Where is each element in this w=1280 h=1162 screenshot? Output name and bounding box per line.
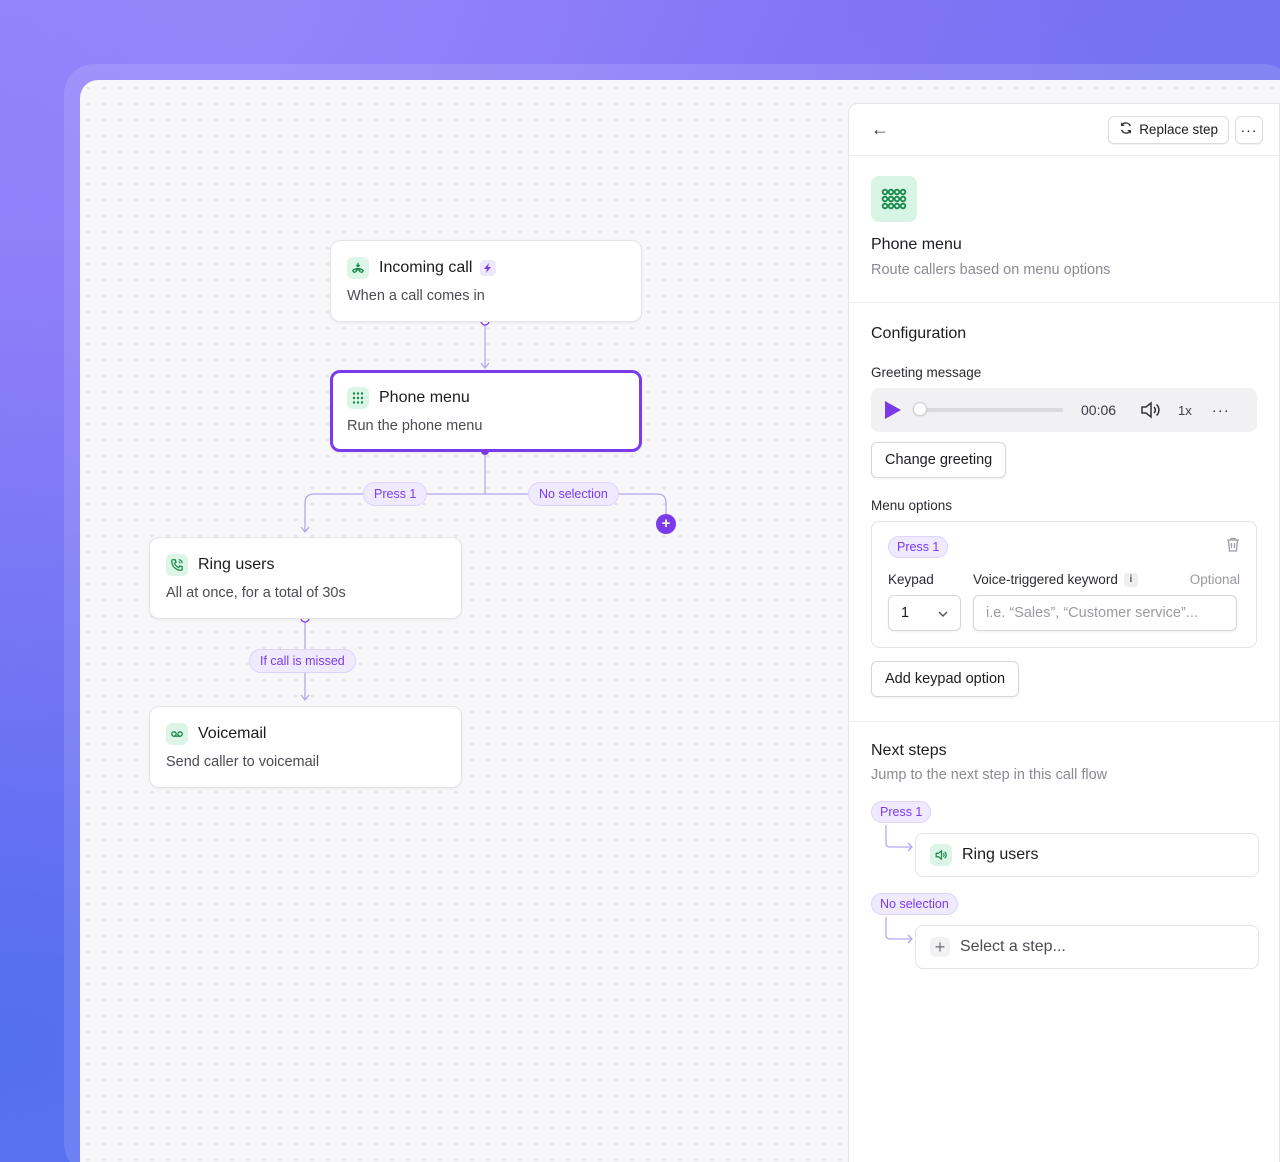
next-step-name: Ring users [962,846,1039,863]
option-badge: Press 1 [888,536,949,558]
plus-icon: + [930,937,950,957]
phone-ring-icon [166,554,188,576]
flow-canvas[interactable]: Incoming call When a call comes in Phone… [80,80,848,1162]
keypad-icon [347,387,369,409]
audio-time: 00:06 [1081,402,1117,418]
step-title: Phone menu [871,236,962,253]
node-description: Send caller to voicemail [166,754,320,770]
keypad-label: Keypad [888,572,934,587]
volume-icon [930,844,952,866]
next-step-row: Press 1 Ring users [871,801,1259,877]
play-icon[interactable] [885,401,901,419]
edge-label-if-missed[interactable]: If call is missed [249,649,356,673]
next-step-select[interactable]: + Select a step... [915,925,1259,969]
keypad-icon [871,176,917,222]
connector-line [885,917,913,944]
step-header: Phone menu Route callers based on menu o… [849,156,1279,303]
audio-player: 00:06 1x ··· [871,388,1257,432]
phone-incoming-icon [347,257,369,279]
next-step-badge: Press 1 [871,801,932,823]
menu-options-label: Menu options [871,498,953,513]
app-window: Incoming call When a call comes in Phone… [80,80,1280,1162]
voicemail-icon [166,723,188,745]
next-steps-section: Next steps Jump to the next step in this… [849,722,1279,969]
section-subtitle: Jump to the next step in this call flow [871,767,1108,783]
connector-line [885,825,913,852]
optional-label: Optional [1189,572,1240,587]
replace-step-button[interactable]: Replace step [1108,115,1229,144]
back-arrow-icon[interactable]: ← [871,119,895,140]
node-title: Phone menu [379,389,470,406]
node-ring-users[interactable]: Ring users All at once, for a total of 3… [149,537,462,619]
node-description: When a call comes in [347,288,485,304]
audio-progress-thumb[interactable] [913,402,927,416]
keyword-label: Voice-triggered keyword [973,572,1118,587]
next-step-placeholder: Select a step... [960,938,1066,955]
volume-icon[interactable] [1140,401,1162,419]
keypad-value: 1 [901,605,910,621]
replace-step-label: Replace step [1139,122,1218,137]
keyword-input[interactable] [973,595,1237,631]
next-step-badge: No selection [871,893,958,915]
playback-speed[interactable]: 1x [1178,403,1192,418]
step-subtitle: Route callers based on menu options [871,262,1111,278]
keypad-select[interactable]: 1 [888,595,961,631]
configuration-section: Configuration Greeting message 00:06 1x … [849,303,1279,722]
section-title: Next steps [871,742,947,759]
audio-more-icon[interactable]: ··· [1212,402,1230,419]
node-title: Incoming call [379,259,473,276]
node-title: Ring users [198,556,275,573]
trash-icon[interactable] [1226,537,1240,557]
edge-label-press-1[interactable]: Press 1 [363,482,428,506]
step-details-panel: ← Replace step ··· Phone menu Route call… [848,103,1280,1162]
edge-label-no-selection[interactable]: No selection [528,482,619,506]
add-keypad-option-button[interactable]: Add keypad option [871,661,1020,697]
info-icon[interactable]: i [1123,572,1138,587]
node-description: All at once, for a total of 30s [166,585,346,601]
node-phone-menu[interactable]: Phone menu Run the phone menu [330,370,642,452]
next-step-select[interactable]: Ring users [915,833,1259,877]
panel-toolbar: ← Replace step ··· [849,104,1279,156]
lightning-icon [480,260,497,276]
section-title: Configuration [871,325,967,342]
node-title: Voicemail [198,725,267,742]
more-options-button[interactable]: ··· [1235,115,1263,144]
node-description: Run the phone menu [347,418,483,434]
add-step-button[interactable]: + [656,514,676,534]
audio-progress-track[interactable] [913,402,1063,416]
change-greeting-button[interactable]: Change greeting [871,442,1007,478]
node-voicemail[interactable]: Voicemail Send caller to voicemail [149,706,462,788]
refresh-icon [1119,121,1133,138]
chevron-down-icon [938,605,948,621]
next-step-row: No selection + Select a step... [871,893,1259,969]
menu-option-card: Press 1 Keypad Voice-triggered keyword i… [871,521,1257,648]
node-incoming-call[interactable]: Incoming call When a call comes in [330,240,642,322]
greeting-label: Greeting message [871,365,982,380]
